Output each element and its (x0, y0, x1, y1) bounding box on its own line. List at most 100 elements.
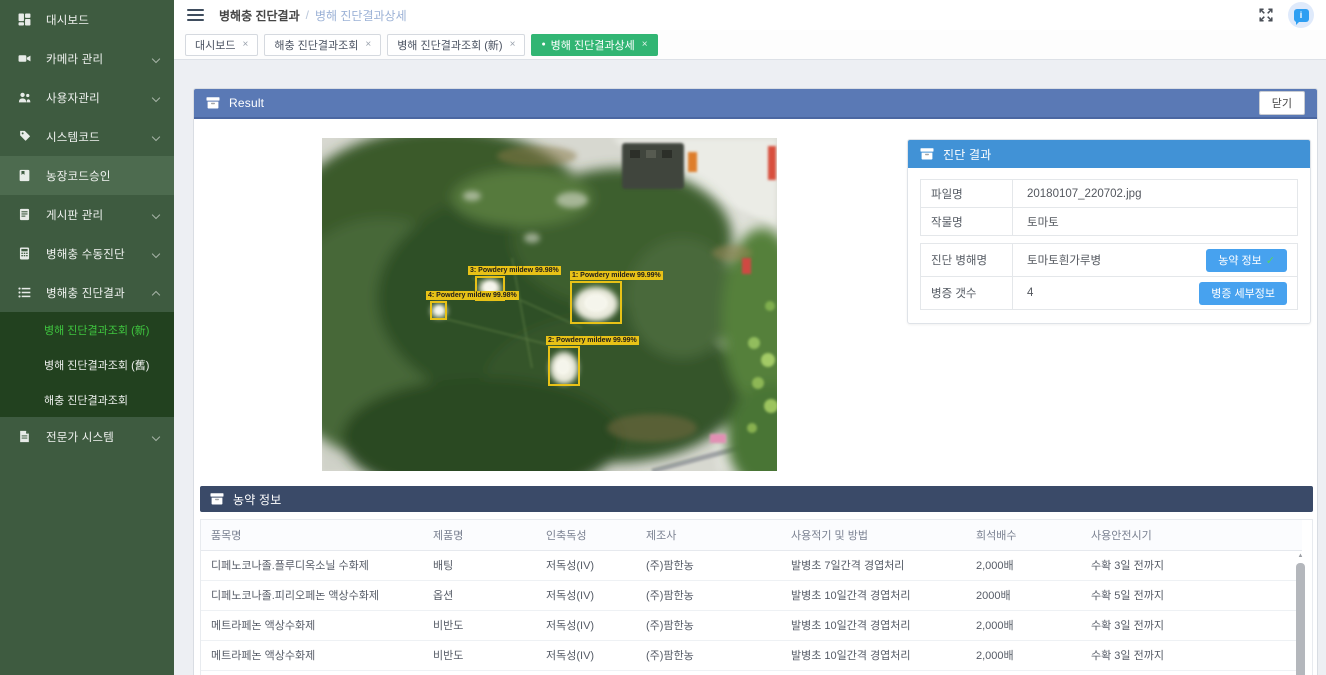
tab-inactive[interactable]: 병해 진단결과조회 (新) × (387, 34, 525, 56)
sidebar-item-users[interactable]: 사용자관리 (0, 78, 174, 117)
result-panel: Result 닫기 (193, 88, 1318, 675)
chevron-down-icon (152, 250, 160, 258)
table-row: 파일명 20180107_220702.jpg (921, 180, 1298, 208)
table-row: 진단 병해명 토마토흰가루병 농약 정보✓ (921, 244, 1298, 277)
sidebar-subitem[interactable]: 해충 진단결과조회 (0, 382, 174, 417)
sidebar-item-label: 게시판 관리 (46, 207, 103, 223)
pesticide-table: 품목명제품명인축독성제조사사용적기 및 방법희석배수사용안전시기 디페노코나졸.… (201, 520, 1302, 675)
detection-label: 2: Powdery mildew 99.99% (546, 336, 639, 345)
table-cell: 배팅 (423, 550, 536, 580)
menu-toggle-icon[interactable] (187, 9, 204, 22)
sidebar-item-board[interactable]: 게시판 관리 (0, 195, 174, 234)
table-cell: 디페노코나졸.플루디옥소닐 수화제 (201, 550, 423, 580)
check-icon: ✓ (1266, 255, 1275, 267)
tab-label: 병해 진단결과상세 (551, 37, 635, 53)
sidebar-item-label: 시스템코드 (46, 129, 100, 145)
sidebar-item-label: 병해충 진단결과 (46, 285, 125, 301)
diagnosis-result-card: 진단 결과 파일명 20180107_220702.jpg 작물명 토마 (907, 139, 1311, 324)
sidebar-item-list[interactable]: 병해충 진단결과 (0, 273, 174, 312)
disease-value: 토마토흰가루병 (1027, 252, 1206, 268)
table-cell: 메트라페논 액상수화제 (201, 610, 423, 640)
table-row: 디페노코나졸.피리오페논 액상수화제옵션저독성(IV)(주)팜한농발병초 10일… (201, 580, 1302, 610)
column-header: 인축독성 (536, 520, 636, 550)
table-cell: 2000배 (966, 580, 1081, 610)
tab-inactive[interactable]: 대시보드 × (185, 34, 258, 56)
table-cell: 발병초 10일간격 경엽처리 (781, 640, 966, 670)
table-cell: 2,000배 (966, 640, 1081, 670)
column-header: 사용안전시기 (1081, 520, 1302, 550)
manual-icon (18, 247, 34, 260)
sidebar-item-farm[interactable]: 농장코드승인 (0, 156, 174, 195)
tab-label: 병해 진단결과조회 (新) (397, 37, 502, 53)
board-icon (18, 208, 34, 221)
column-header: 제조사 (636, 520, 781, 550)
sidebar-item-label: 병해충 수동진단 (46, 246, 125, 262)
tab-close-icon[interactable]: × (242, 39, 248, 50)
main-area: 병해충 진단결과 / 병해 진단결과상세 i 대시보드 × (174, 0, 1326, 675)
farm-icon (18, 169, 34, 182)
pesticide-info-button[interactable]: 농약 정보✓ (1206, 249, 1287, 272)
topbar: 병해충 진단결과 / 병해 진단결과상세 i (174, 0, 1326, 30)
chevron-down-icon (152, 55, 160, 63)
pesticide-header-row: 품목명제품명인축독성제조사사용적기 및 방법희석배수사용안전시기 (201, 520, 1302, 550)
diagnosis-card-body: 파일명 20180107_220702.jpg 작물명 토마토 (908, 168, 1310, 323)
table-row: 병증 갯수 4 병증 세부정보 (921, 277, 1298, 310)
tab-label: 해충 진단결과조회 (274, 37, 358, 53)
table-cell: 저독성(IV) (536, 550, 636, 580)
close-button[interactable]: 닫기 (1259, 91, 1305, 115)
sidebar-subitem-active[interactable]: 병해 진단결과조회 (新) (0, 312, 174, 347)
scrollbar-up-arrow[interactable]: ▲ (1296, 551, 1305, 561)
pesticide-table-body: 디페노코나졸.플루디옥소닐 수화제배팅저독성(IV)(주)팜한농발병초 7일간격… (201, 550, 1302, 675)
tab-label: 대시보드 (195, 37, 235, 53)
archive-icon (206, 97, 220, 109)
symptom-count-label: 병증 갯수 (921, 277, 1013, 310)
filename-value: 20180107_220702.jpg (1013, 180, 1298, 208)
filename-label: 파일명 (921, 180, 1013, 208)
sidebar-submenu: 병해 진단결과조회 (新)병해 진단결과조회 (舊)해충 진단결과조회 (0, 312, 174, 417)
pesticide-table-head: 품목명제품명인축독성제조사사용적기 및 방법희석배수사용안전시기 (201, 520, 1302, 550)
tab-active[interactable]: ●병해 진단결과상세× (531, 34, 657, 56)
pesticide-section-header: 농약 정보 (200, 486, 1313, 512)
tab-close-icon[interactable]: × (642, 39, 648, 50)
fullscreen-icon[interactable] (1258, 7, 1274, 23)
archive-icon (920, 148, 934, 160)
sidebar-subitem[interactable]: 병해 진단결과조회 (舊) (0, 347, 174, 382)
sidebar-item-manual[interactable]: 병해충 수동진단 (0, 234, 174, 273)
app-window: 대시보드카메라 관리사용자관리시스템코드농장코드승인게시판 관리병해충 수동진단… (0, 0, 1326, 675)
sidebar-item-dashboard[interactable]: 대시보드 (0, 0, 174, 39)
column-header: 품목명 (201, 520, 423, 550)
tab-close-icon[interactable]: × (365, 39, 371, 50)
sidebar-item-camera[interactable]: 카메라 관리 (0, 39, 174, 78)
tab-close-icon[interactable]: × (510, 39, 516, 50)
tab-inactive[interactable]: 해충 진단결과조회 × (264, 34, 381, 56)
symptom-count-value: 4 (1027, 287, 1199, 299)
code-icon (18, 130, 34, 143)
camera-icon (18, 52, 34, 65)
detection-overlay: 1: Powdery mildew 99.99% 2: Powdery milde… (322, 138, 777, 471)
sidebar-item-label: 농장코드승인 (46, 168, 111, 184)
crop-value: 토마토 (1013, 208, 1298, 236)
table-cell: 디페노코나졸.피리오페논 액상수화제 (201, 580, 423, 610)
table-scrollbar[interactable]: ▲ (1296, 551, 1305, 675)
breadcrumb-separator: / (306, 8, 309, 22)
sidebar-item-code[interactable]: 시스템코드 (0, 117, 174, 156)
sidebar: 대시보드카메라 관리사용자관리시스템코드농장코드승인게시판 관리병해충 수동진단… (0, 0, 174, 675)
chevron-down-icon (152, 433, 160, 441)
column-header: 제품명 (423, 520, 536, 550)
table-cell: 수확 3일 전까지 (1081, 610, 1302, 640)
chat-info-button[interactable]: i (1288, 2, 1314, 28)
sidebar-item-expert[interactable]: 전문가 시스템 (0, 417, 174, 456)
table-cell: 발병초 10일간격 경엽처리 (781, 670, 966, 675)
table-cell: (주)팜한농 (636, 580, 781, 610)
detection-label: 1: Powdery mildew 99.99% (570, 271, 663, 280)
symptom-detail-button[interactable]: 병증 세부정보 (1199, 282, 1287, 305)
scrollbar-thumb[interactable] (1296, 563, 1305, 675)
archive-icon (210, 493, 224, 505)
diagnosis-info-table: 진단 병해명 토마토흰가루병 농약 정보✓ (920, 243, 1298, 310)
chevron-up-icon (152, 291, 160, 299)
result-panel-title: Result (229, 96, 264, 110)
table-cell: 2,000배 (966, 610, 1081, 640)
table-row: 메트라페논 액상수화제비반도저독성(IV)(주)팜한농발병초 10일간격 경엽처… (201, 610, 1302, 640)
table-cell: 수확 5일 전까지 (1081, 580, 1302, 610)
table-row: 디페노코나졸.플루디옥소닐 수화제배팅저독성(IV)(주)팜한농발병초 7일간격… (201, 550, 1302, 580)
